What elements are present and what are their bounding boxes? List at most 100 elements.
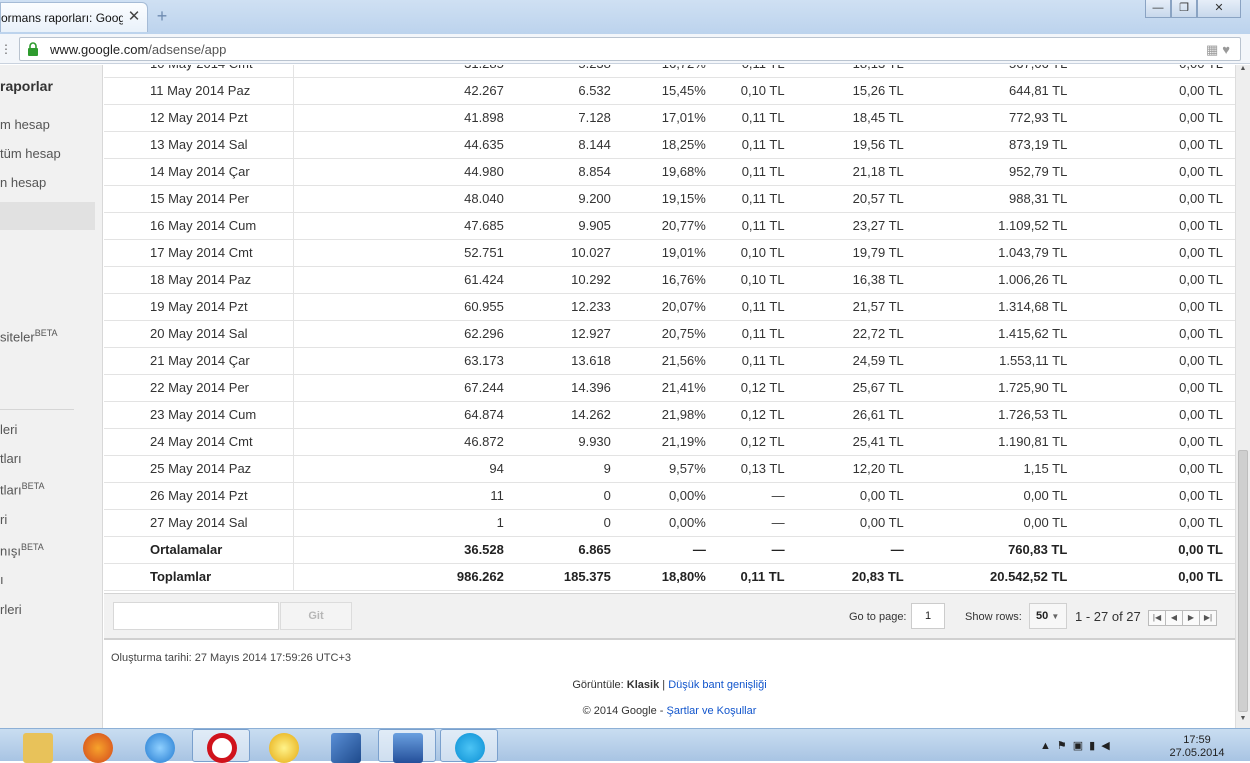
sidebar-item[interactable]: tüm hesap xyxy=(0,146,61,161)
firefox-icon xyxy=(83,733,113,763)
terms-link[interactable]: Şartlar ve Koşullar xyxy=(667,705,757,717)
table-cell: 18,25% xyxy=(610,131,706,159)
clock[interactable]: 17:59 27.05.2014 xyxy=(1165,734,1229,760)
next-page-icon[interactable]: ▶ xyxy=(1182,610,1200,626)
sidebar-item[interactable]: rleri xyxy=(0,602,22,617)
table-cell: 12.927 xyxy=(503,320,611,348)
table-cell: 0,00 TL xyxy=(1067,374,1235,402)
low-bandwidth-link[interactable]: Düşük bant genişliği xyxy=(668,679,766,691)
table-cell: 21,19% xyxy=(610,428,706,456)
view-mode: Görüntüle: Klasik | Düşük bant genişliği xyxy=(572,679,767,691)
sidebar-item-sites[interactable]: sitelerBETA xyxy=(0,328,58,344)
table-cell: 36.528 xyxy=(293,536,504,564)
table-row: 21 May 2014 Çar 63.173 13.618 21,56% 0,11 TL… xyxy=(104,347,1235,375)
prev-page-icon[interactable]: ◀ xyxy=(1165,610,1183,626)
table-cell: 11 xyxy=(293,482,504,510)
goto-page-label: Go to page: xyxy=(849,611,907,623)
ie-app[interactable] xyxy=(130,729,188,763)
scroll-up-icon[interactable]: ▲ xyxy=(1236,65,1250,77)
goto-page-input[interactable]: 1 xyxy=(911,603,945,629)
sidebar-item[interactable]: n hesap xyxy=(0,175,46,190)
remote-desktop-app[interactable] xyxy=(378,729,436,763)
table-cell: 1 xyxy=(293,509,504,537)
sidebar-item[interactable]: tları xyxy=(0,451,22,466)
table-cell: 0 xyxy=(503,482,611,510)
view-classic: Klasik xyxy=(626,679,660,691)
table-cell: 1.190,81 TL xyxy=(903,428,1068,456)
editor-app[interactable] xyxy=(316,729,374,763)
page-range: 1 - 27 of 27 xyxy=(1075,609,1141,624)
table-cell: 644,81 TL xyxy=(903,77,1068,105)
pager-nav: |◀ ◀ ▶ ▶| xyxy=(1148,608,1217,626)
new-tab-icon[interactable]: + xyxy=(152,7,172,25)
row-label: 25 May 2014 Paz xyxy=(104,455,295,483)
table-cell: 0,00% xyxy=(610,509,706,537)
address-bar[interactable]: www.google.com/adsense/app ▦♥ xyxy=(19,37,1241,61)
table-row: 19 May 2014 Pzt 60.955 12.233 20,07% 0,11 TL… xyxy=(104,293,1235,321)
sidebar-item[interactable]: m hesap xyxy=(0,117,50,132)
table-cell: 48.040 xyxy=(293,185,504,213)
bookmark-icon[interactable]: ▦♥ xyxy=(1206,42,1234,58)
table-cell: 7.128 xyxy=(503,104,611,132)
table-cell: 25,67 TL xyxy=(784,374,904,402)
scroll-thumb[interactable] xyxy=(1238,450,1248,712)
chevron-down-icon: ▼ xyxy=(1051,612,1060,621)
table-cell: 0 xyxy=(503,509,611,537)
sun-icon xyxy=(269,733,299,763)
table-row: 10 May 2014 Cmt31.2855.23816,72%0,11 TL1… xyxy=(104,65,1235,78)
table-cell: 0,00 TL xyxy=(1067,536,1235,564)
table-cell: 0,10 TL xyxy=(705,239,785,267)
tab-close-icon[interactable]: ✕ xyxy=(125,8,143,26)
table-cell: 0,11 TL xyxy=(705,131,785,159)
table-cell: 0,00 TL xyxy=(1067,563,1235,591)
sidebar-divider xyxy=(0,409,74,410)
table-row: 18 May 2014 Paz 61.424 10.292 16,76% 0,10 TL… xyxy=(104,266,1235,294)
table-cell: 10.027 xyxy=(503,239,611,267)
table-cell: 873,19 TL xyxy=(903,131,1068,159)
sidebar-item-selected[interactable] xyxy=(0,202,95,230)
table-cell: 0,00 TL xyxy=(1067,428,1235,456)
skype-app[interactable] xyxy=(440,729,498,763)
sidebar-item[interactable]: nışıBETA xyxy=(0,542,44,558)
row-label: 23 May 2014 Cum xyxy=(104,401,295,429)
table-cell: 14.396 xyxy=(503,374,611,402)
opera-app[interactable] xyxy=(192,729,250,763)
table-cell: 760,83 TL xyxy=(903,536,1068,564)
go-button[interactable]: Git xyxy=(280,602,352,630)
apps-menu-icon[interactable]: ⋮ xyxy=(0,42,12,56)
firefox-app[interactable] xyxy=(68,729,126,763)
sidebar-item[interactable]: ri xyxy=(0,512,7,527)
close-window-button[interactable]: ✕ xyxy=(1197,0,1241,18)
table-cell: 772,93 TL xyxy=(903,104,1068,132)
tab-title: ormans raporları: Goog xyxy=(1,11,123,25)
table-cell: 0,00 TL xyxy=(903,482,1068,510)
sun-app[interactable] xyxy=(254,729,312,763)
table-row: 26 May 2014 Pzt 11 0 0,00% —0,00 TL 0,00 TL 0,… xyxy=(104,482,1235,510)
row-label: 21 May 2014 Çar xyxy=(104,347,295,375)
maximize-button[interactable]: ❐ xyxy=(1171,0,1197,18)
table-cell: 0,12 TL xyxy=(705,428,785,456)
last-page-icon[interactable]: ▶| xyxy=(1199,610,1217,626)
scroll-down-icon[interactable]: ▼ xyxy=(1236,715,1250,727)
sidebar-item[interactable]: leri xyxy=(0,422,17,437)
table-cell: 10.292 xyxy=(503,266,611,294)
table-cell: 988,31 TL xyxy=(903,185,1068,213)
browser-titlebar: ormans raporları: Goog ✕ + — ❐ ✕ xyxy=(0,0,1250,34)
browser-toolbar: ⋮ www.google.com/adsense/app ▦♥ xyxy=(0,34,1250,64)
sidebar-item[interactable]: ı xyxy=(0,572,4,587)
rows-per-page-select[interactable]: 50 ▼ xyxy=(1029,603,1067,629)
system-tray[interactable]: ▲⚑▣▮◀ xyxy=(1040,739,1116,752)
table-cell: 1.726,53 TL xyxy=(903,401,1068,429)
explorer-app[interactable] xyxy=(8,729,66,763)
table-row: 13 May 2014 Sal 44.635 8.144 18,25% 0,11 TL 1… xyxy=(104,131,1235,159)
filter-input[interactable] xyxy=(113,602,279,630)
row-label: 12 May 2014 Pzt xyxy=(104,104,295,132)
minimize-button[interactable]: — xyxy=(1145,0,1171,18)
sidebar-item[interactable]: tlarıBETA xyxy=(0,481,45,497)
table-cell: 0,00 TL xyxy=(784,482,904,510)
table-cell: 64.874 xyxy=(293,401,504,429)
first-page-icon[interactable]: |◀ xyxy=(1148,610,1166,626)
browser-tab[interactable]: ormans raporları: Goog ✕ xyxy=(0,2,148,32)
table-row: 11 May 2014 Paz 42.267 6.532 15,45% 0,10 TL 1… xyxy=(104,77,1235,105)
page-scrollbar[interactable]: ▲ ▼ xyxy=(1235,65,1250,728)
